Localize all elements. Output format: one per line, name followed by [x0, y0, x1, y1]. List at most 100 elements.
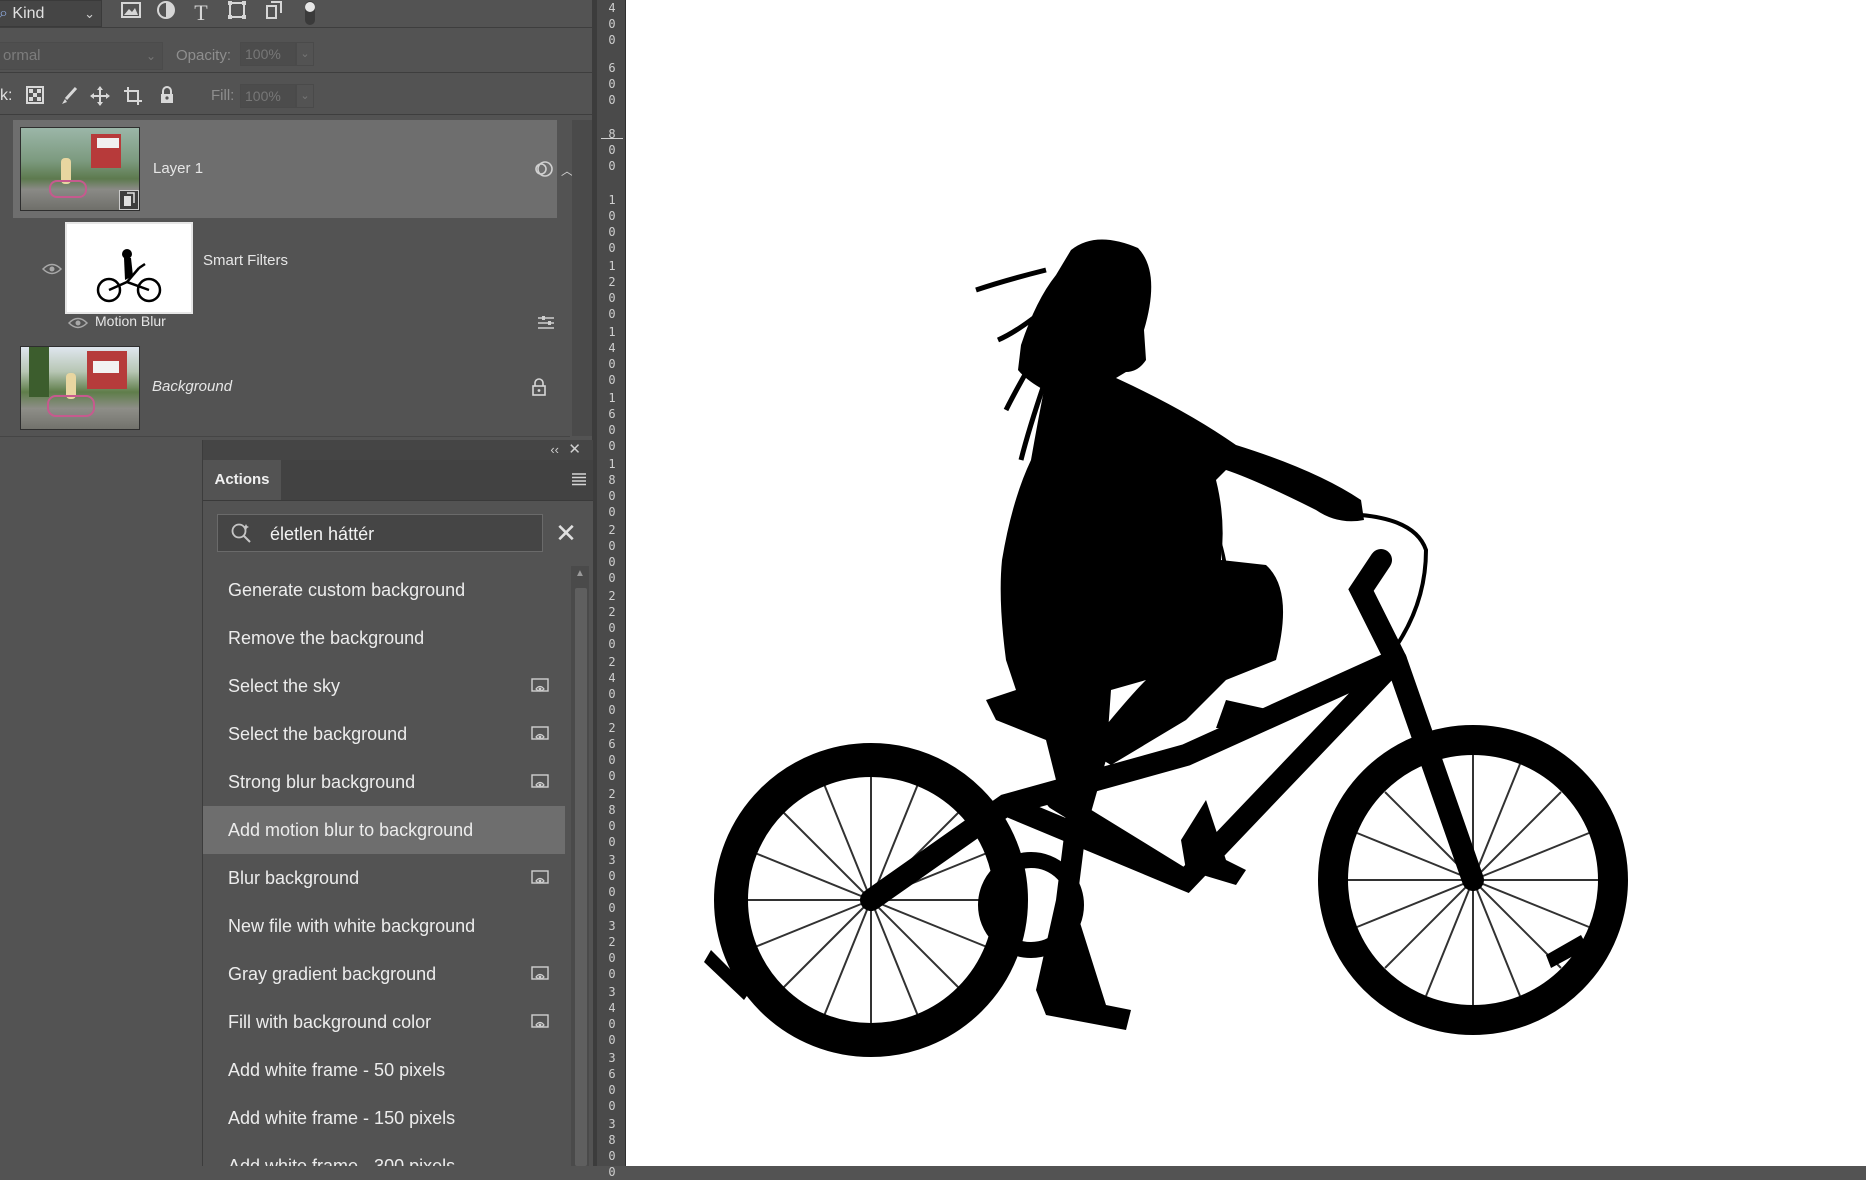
blend-mode-bar: ormal ⌄ Opacity: 100% ⌄: [0, 36, 597, 73]
ruler-digit: 0: [608, 819, 616, 833]
lock-transparent-pixels-icon[interactable]: [24, 86, 46, 108]
document-canvas[interactable]: [626, 0, 1866, 1166]
actions-panel-titlebar[interactable]: ‹‹ ✕: [203, 440, 593, 460]
layer-row-layer-1[interactable]: Layer 1 ︿: [13, 120, 573, 219]
adjustment-layer-filter-icon[interactable]: [153, 0, 179, 26]
ruler-digit: 2: [608, 721, 616, 735]
lock-image-pixels-icon[interactable]: [58, 86, 80, 108]
fill-field[interactable]: 100%: [240, 84, 296, 108]
smart-object-badge-icon: [119, 190, 139, 210]
opacity-field[interactable]: 100%: [240, 42, 296, 66]
preview-action-icon[interactable]: [531, 774, 549, 790]
action-result-label: Fill with background color: [228, 1012, 432, 1032]
preview-action-icon[interactable]: [531, 966, 549, 982]
filter-kind-select[interactable]: ⌕ Kind ⌄: [0, 0, 102, 27]
ruler-digit: 0: [608, 901, 616, 915]
ruler-digit: 1: [608, 193, 616, 207]
action-result-item[interactable]: Gray gradient background: [203, 950, 565, 998]
ruler-digit: 2: [608, 523, 616, 537]
action-result-item[interactable]: Add motion blur to background: [203, 806, 565, 854]
ruler-digit: 2: [608, 605, 616, 619]
close-panel-icon[interactable]: ✕: [568, 440, 581, 460]
filter-kind-label: Kind: [12, 5, 45, 22]
lock-position-icon[interactable]: [89, 86, 111, 108]
ruler-digit: 8: [608, 473, 616, 487]
action-result-label: Gray gradient background: [228, 964, 437, 984]
actions-search-input[interactable]: [268, 515, 542, 553]
lock-all-icon[interactable]: [156, 86, 178, 108]
layer-1-name[interactable]: Layer 1: [153, 160, 203, 177]
ruler-label: 3 6 0 0: [605, 1050, 619, 1114]
action-result-item[interactable]: Add white frame - 50 pixels: [203, 1046, 565, 1094]
action-result-item[interactable]: Add white frame - 150 pixels: [203, 1094, 565, 1142]
ruler-digit: 0: [608, 637, 616, 651]
action-result-item[interactable]: Blur background: [203, 854, 565, 902]
ruler-digit: 1: [608, 325, 616, 339]
ruler-digit: 0: [608, 17, 616, 31]
opacity-chevron-icon[interactable]: ⌄: [296, 42, 314, 66]
motion-blur-filter-name[interactable]: Motion Blur: [95, 313, 166, 329]
ruler-digit: 0: [608, 1017, 616, 1031]
ruler-label: 3 2 0 0: [605, 918, 619, 982]
ruler-digit: 1: [608, 259, 616, 273]
action-result-item[interactable]: Generate custom background: [203, 566, 565, 614]
background-layer-name[interactable]: Background: [152, 378, 232, 395]
lock-artboard-icon[interactable]: [122, 86, 144, 108]
action-result-item[interactable]: Strong blur background: [203, 758, 565, 806]
ruler-digit: 0: [608, 571, 616, 585]
tab-actions[interactable]: Actions: [203, 460, 281, 500]
action-result-label: Add motion blur to background: [228, 820, 474, 840]
preview-action-icon[interactable]: [531, 678, 549, 694]
fill-chevron-icon[interactable]: ⌄: [296, 84, 314, 108]
clear-search-icon[interactable]: ✕: [551, 518, 581, 548]
smart-filters-name[interactable]: Smart Filters: [203, 252, 288, 269]
motion-blur-visibility-eye-icon[interactable]: [67, 316, 89, 332]
action-result-item[interactable]: Select the sky: [203, 662, 565, 710]
ruler-digit: 0: [608, 505, 616, 519]
vertical-ruler[interactable]: 4006008001000120014001600180020002200240…: [597, 0, 626, 1179]
girl-on-bicycle-silhouette: [704, 239, 1628, 1057]
action-result-label: Blur background: [228, 868, 360, 888]
scroll-up-icon[interactable]: ▲: [575, 568, 585, 579]
action-result-label: Add white frame - 300 pixels: [228, 1156, 456, 1166]
layer-row-smart-filters[interactable]: Smart Filters Motion Blur: [0, 218, 570, 339]
layer-row-background[interactable]: Background: [0, 338, 570, 437]
smart-object-filter-icon[interactable]: [261, 0, 287, 26]
ruler-digit: 0: [608, 835, 616, 849]
ruler-digit: 0: [608, 143, 616, 157]
smart-filters-visibility-eye-icon[interactable]: [41, 262, 63, 278]
smart-filters-mask-thumbnail[interactable]: [65, 222, 193, 314]
ruler-digit: 0: [608, 703, 616, 717]
action-result-label: Generate custom background: [228, 580, 466, 600]
results-scroll-thumb[interactable]: [575, 588, 587, 1166]
action-result-item[interactable]: Fill with background color: [203, 998, 565, 1046]
preview-action-icon[interactable]: [531, 1014, 549, 1030]
actions-search-box[interactable]: [217, 514, 543, 553]
ruler-label: 2 6 0 0: [605, 720, 619, 784]
action-result-item[interactable]: Select the background: [203, 710, 565, 758]
action-result-item[interactable]: Remove the background: [203, 614, 565, 662]
collapse-panel-icon[interactable]: ‹‹: [550, 440, 559, 460]
type-layer-filter-icon[interactable]: T: [188, 0, 214, 26]
results-scrollbar[interactable]: ▲: [571, 566, 589, 1166]
preview-action-icon[interactable]: [531, 726, 549, 742]
filter-toggle-icon[interactable]: [297, 0, 323, 26]
ruler-digit: 6: [608, 1067, 616, 1081]
preview-action-icon[interactable]: [531, 870, 549, 886]
action-result-item[interactable]: Add white frame - 300 pixels: [203, 1142, 565, 1166]
blend-mode-value: ormal: [3, 47, 41, 64]
filter-blending-options-icon[interactable]: [537, 316, 555, 335]
ruler-digit: 0: [608, 291, 616, 305]
shape-layer-filter-icon[interactable]: [224, 0, 250, 26]
ruler-label: 2000: [605, 522, 619, 586]
ruler-digit: 1: [608, 457, 616, 471]
layers-scrollbar[interactable]: [572, 120, 592, 436]
ruler-digit: 0: [608, 1083, 616, 1097]
ruler-digit: 2: [608, 935, 616, 949]
panel-menu-icon[interactable]: [571, 470, 587, 491]
actions-panel: ‹‹ ✕ Actions ✕ Generate custom backgroun…: [202, 440, 593, 1166]
pixel-layer-filter-icon[interactable]: [118, 0, 144, 26]
background-thumbnail: [20, 346, 140, 430]
blend-mode-select[interactable]: ormal ⌄: [0, 42, 163, 70]
action-result-item[interactable]: New file with white background: [203, 902, 565, 950]
